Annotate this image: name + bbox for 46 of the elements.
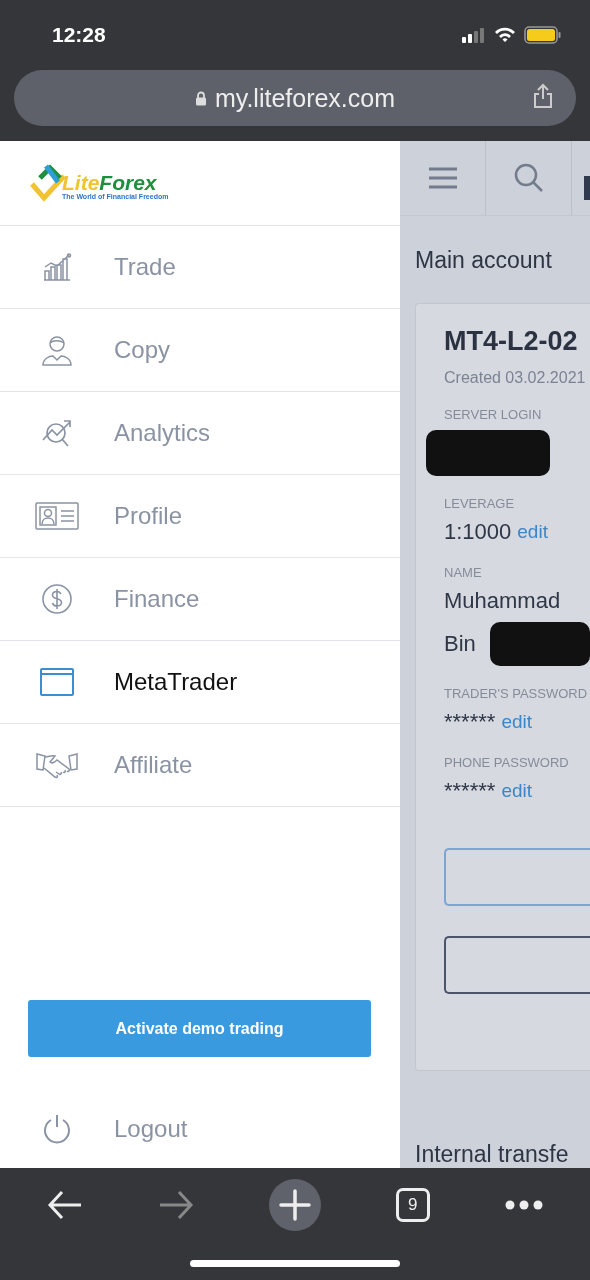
menu-item[interactable]: Profile: [0, 475, 400, 558]
more-icon[interactable]: [504, 1200, 543, 1210]
power-icon: [42, 1114, 72, 1144]
field-label: PHONE PASSWORD: [444, 755, 570, 770]
edit-link[interactable]: edit: [517, 521, 548, 543]
lock-icon: [194, 90, 207, 106]
account-title: MT4-L2-02: [444, 326, 579, 357]
field-label: TRADER'S PASSWORD: [444, 686, 589, 701]
search-icon: [513, 163, 544, 193]
menu-item[interactable]: Trade: [0, 226, 400, 309]
bar-chart-icon: [42, 253, 72, 281]
field-value: Bin: [444, 631, 476, 657]
created-date: Created 03.02.2021: [444, 369, 587, 387]
field-value: 1:1000: [444, 519, 512, 545]
id-card-icon: [35, 502, 79, 530]
dollar-icon: [41, 583, 73, 615]
activate-demo-button[interactable]: Activate demo trading: [28, 1000, 371, 1057]
handshake-icon: [36, 751, 78, 779]
new-tab-icon[interactable]: [269, 1179, 321, 1231]
wifi-icon: [494, 27, 516, 43]
status-time: 12:28: [52, 23, 106, 47]
field-label: LEVERAGE: [444, 496, 516, 511]
person-icon: [41, 334, 73, 366]
outline-button[interactable]: [444, 936, 590, 994]
header-block: [584, 176, 590, 200]
share-icon[interactable]: [532, 83, 554, 109]
edit-link[interactable]: edit: [501, 711, 532, 733]
section-title: Main account: [415, 247, 553, 274]
field-value: Muhammad: [444, 588, 561, 614]
url-text: my.liteforex.com: [214, 83, 396, 113]
analytics-icon: [41, 418, 73, 448]
window-icon: [40, 668, 74, 696]
signal-icon: [462, 27, 486, 43]
back-icon[interactable]: [47, 1190, 84, 1220]
tab-count-button[interactable]: 9: [395, 1188, 430, 1222]
edit-link[interactable]: edit: [501, 780, 532, 802]
field-value: ******: [444, 778, 496, 804]
field-label: NAME: [444, 565, 483, 580]
field-value: ******: [444, 709, 496, 735]
address-bar[interactable]: my.liteforex.com: [14, 70, 576, 126]
field-label: SERVER LOGIN: [444, 407, 543, 422]
battery-icon: [524, 26, 562, 44]
logout-item[interactable]: Logout: [0, 1090, 400, 1168]
section-title: Internal transfe: [415, 1141, 570, 1168]
logo-text: LiteForex: [62, 172, 158, 193]
menu-icon: [427, 166, 458, 190]
